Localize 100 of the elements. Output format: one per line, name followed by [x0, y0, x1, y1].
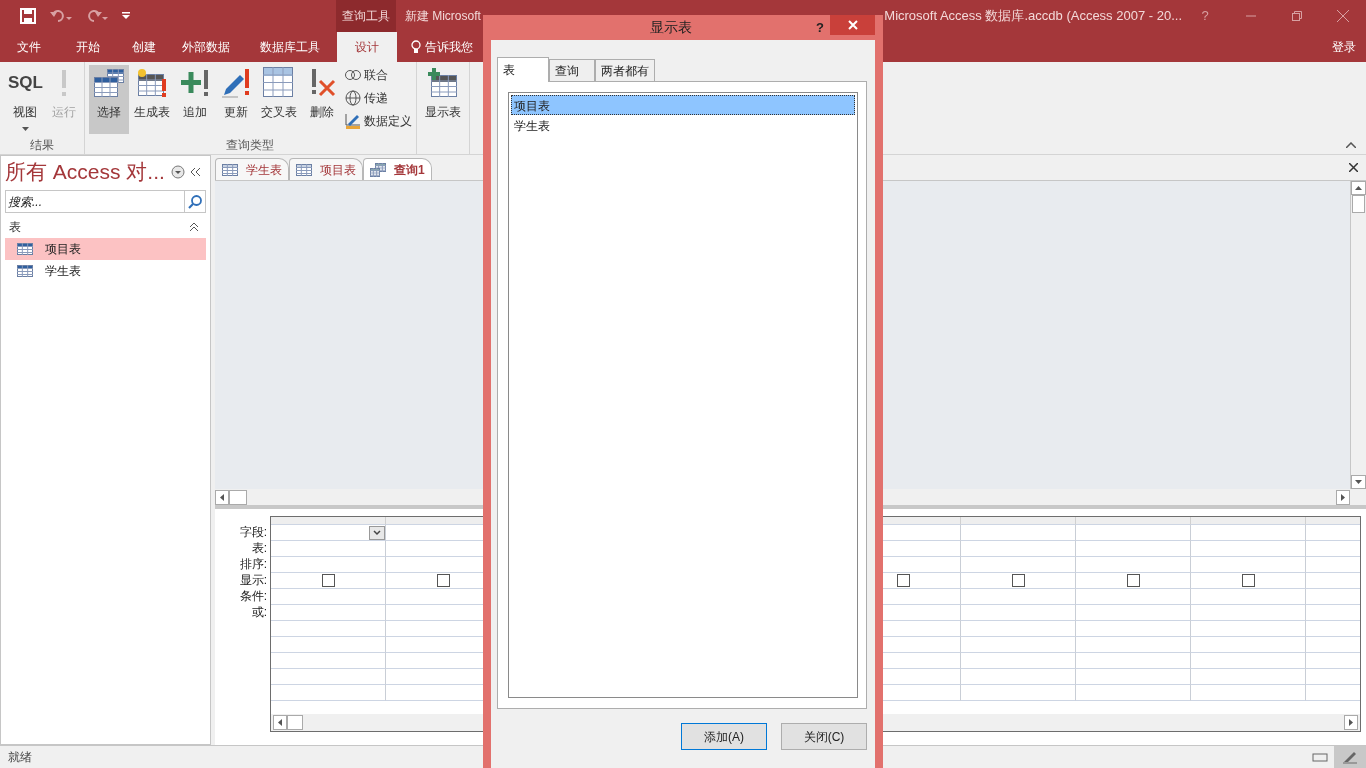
ribbon-button[interactable]: 追加	[174, 65, 215, 134]
grid-cell[interactable]	[1076, 541, 1191, 557]
ribbon-button[interactable]: 联合	[344, 65, 412, 85]
dialog-tab[interactable]: 两者都有	[595, 59, 655, 81]
grid-cell[interactable]	[271, 685, 386, 701]
grid-cell[interactable]	[1191, 605, 1306, 621]
grid-cell[interactable]	[1191, 589, 1306, 605]
grid-cell[interactable]	[961, 573, 1076, 589]
grid-cell[interactable]	[271, 669, 386, 685]
grid-cell[interactable]	[271, 573, 386, 589]
grid-cell[interactable]	[1191, 541, 1306, 557]
ribbon-tab[interactable]: 数据库工具	[242, 32, 337, 62]
close-button[interactable]	[830, 15, 875, 35]
grid-cell[interactable]	[271, 653, 386, 669]
checkbox[interactable]	[1241, 574, 1255, 587]
search-button[interactable]	[185, 190, 206, 213]
grid-cell[interactable]	[271, 637, 386, 653]
grid-cell[interactable]	[271, 557, 386, 573]
grid-cell[interactable]	[1191, 573, 1306, 589]
ribbon-button[interactable]: 交叉表	[256, 65, 301, 134]
checkbox[interactable]	[1011, 574, 1025, 587]
ribbon-button[interactable]: 数据定义	[344, 111, 412, 131]
ribbon-button[interactable]: 选择	[88, 65, 129, 134]
ribbon-tab[interactable]: 创建	[117, 32, 170, 62]
checkbox[interactable]	[436, 574, 450, 587]
grid-cell[interactable]	[961, 669, 1076, 685]
grid-cell[interactable]	[1191, 669, 1306, 685]
checkbox[interactable]	[1126, 574, 1140, 587]
grid-cell[interactable]	[1076, 685, 1191, 701]
grid-cell[interactable]	[1076, 669, 1191, 685]
grid-cell[interactable]	[271, 605, 386, 621]
grid-cell[interactable]	[1191, 685, 1306, 701]
sign-in-link[interactable]: 登录	[1332, 32, 1356, 62]
pane-menu-button[interactable]	[170, 165, 185, 179]
grid-cell[interactable]	[1076, 589, 1191, 605]
pencil-icon	[219, 67, 252, 99]
grid-cell[interactable]	[961, 605, 1076, 621]
column-selector[interactable]	[271, 517, 386, 525]
ribbon-button[interactable]: SQL 视图	[4, 65, 47, 134]
scrollbar-thumb[interactable]	[1352, 195, 1365, 213]
grid-cell[interactable]	[1191, 557, 1306, 573]
view-button[interactable]	[1334, 746, 1366, 768]
ribbon-button[interactable]: 显示表	[420, 65, 465, 134]
grid-cell[interactable]	[1076, 605, 1191, 621]
document-tab[interactable]: 项目表	[289, 158, 363, 180]
grid-cell[interactable]	[1191, 525, 1306, 541]
document-tab[interactable]: 学生表	[215, 158, 289, 180]
grid-cell[interactable]	[961, 525, 1076, 541]
search-field[interactable]: 搜索...	[5, 190, 185, 213]
grid-cell[interactable]	[961, 637, 1076, 653]
grid-cell[interactable]	[1191, 653, 1306, 669]
tell-me-box[interactable]: 告诉我您	[425, 38, 473, 56]
grid-cell[interactable]	[961, 685, 1076, 701]
ribbon-tab[interactable]: 开始	[58, 32, 117, 62]
column-selector[interactable]	[1076, 517, 1191, 525]
grid-cell[interactable]	[1076, 621, 1191, 637]
ribbon-button[interactable]: 生成表	[129, 65, 174, 134]
grid-cell[interactable]	[271, 589, 386, 605]
grid-cell[interactable]	[1076, 557, 1191, 573]
ribbon-tab[interactable]: 设计	[337, 32, 397, 62]
grid-cell[interactable]	[961, 589, 1076, 605]
nav-item[interactable]: 学生表	[5, 260, 206, 282]
grid-cell[interactable]	[1076, 525, 1191, 541]
grid-cell[interactable]	[1191, 637, 1306, 653]
ribbon-tab[interactable]: 外部数据	[170, 32, 242, 62]
checkbox[interactable]	[896, 574, 910, 587]
dialog-tab[interactable]: 表	[497, 57, 549, 82]
column-selector[interactable]	[1191, 517, 1306, 525]
dialog-tab[interactable]: 查询	[549, 59, 595, 81]
grid-cell[interactable]	[271, 621, 386, 637]
list-item[interactable]: 项目表	[511, 95, 855, 115]
ribbon-tab[interactable]: 文件	[0, 32, 58, 62]
dialog-button[interactable]: 关闭(C)	[781, 723, 867, 750]
grid-cell[interactable]	[961, 621, 1076, 637]
collapse-pane-button[interactable]	[190, 168, 201, 176]
list-item[interactable]: 学生表	[511, 115, 855, 135]
help-button[interactable]: ?	[810, 17, 830, 38]
grid-cell[interactable]	[1076, 637, 1191, 653]
grid-cell[interactable]	[1076, 653, 1191, 669]
group-label: 结果	[29, 137, 54, 154]
grid-cell[interactable]	[961, 557, 1076, 573]
checkbox[interactable]	[321, 574, 335, 587]
column-selector[interactable]	[961, 517, 1076, 525]
document-tab[interactable]: 查询1	[363, 158, 432, 180]
grid-cell[interactable]	[961, 541, 1076, 557]
dialog-button[interactable]: 添加(A)	[681, 723, 767, 750]
grid-cell[interactable]	[271, 525, 386, 541]
grid-cell[interactable]	[1191, 621, 1306, 637]
globe-icon	[344, 90, 361, 106]
nav-item[interactable]: 项目表	[5, 238, 206, 260]
grid-cell[interactable]	[1076, 573, 1191, 589]
scrollbar-thumb[interactable]	[287, 715, 303, 730]
ribbon-button[interactable]: 删除	[301, 65, 342, 134]
ribbon-button[interactable]: 传递	[344, 88, 412, 108]
scrollbar-thumb[interactable]	[229, 489, 247, 505]
redo-icon	[86, 8, 108, 24]
grid-cell[interactable]	[271, 541, 386, 557]
vertical-scrollbar[interactable]	[1350, 181, 1366, 489]
ribbon-button[interactable]: 更新	[215, 65, 256, 134]
grid-cell[interactable]	[961, 653, 1076, 669]
